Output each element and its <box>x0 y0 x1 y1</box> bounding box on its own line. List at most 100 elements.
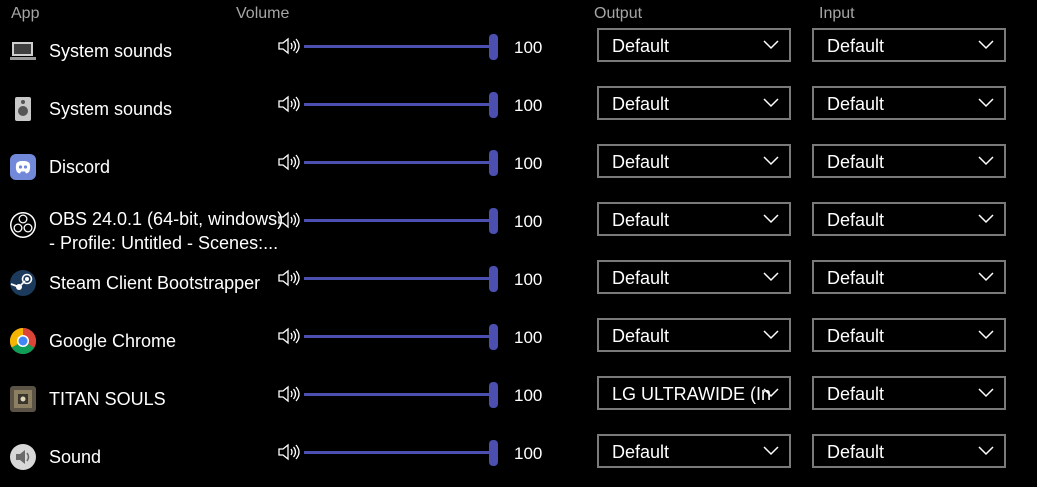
input-dropdown-value: Default <box>827 36 885 56</box>
app-row: Sound 100 Default Default <box>0 434 1037 487</box>
input-dropdown-value: Default <box>827 384 885 404</box>
app-row: OBS 24.0.1 (64-bit, windows) - Profile: … <box>0 202 1037 260</box>
volume-slider-track[interactable] <box>304 451 494 454</box>
volume-slider-track[interactable] <box>304 277 494 280</box>
output-dropdown[interactable]: Default <box>597 318 791 352</box>
monitor-icon <box>10 42 36 60</box>
app-name: TITAN SOULS <box>49 389 166 409</box>
input-dropdown-value: Default <box>827 94 885 114</box>
input-dropdown[interactable]: Default <box>812 202 1006 236</box>
output-dropdown[interactable]: LG ULTRAWIDE (Int <box>597 376 791 410</box>
output-dropdown-value: Default <box>612 94 670 114</box>
chevron-down-icon <box>978 98 994 108</box>
app-name: OBS 24.0.1 (64-bit, windows) - Profile: … <box>49 209 284 253</box>
chevron-down-icon <box>978 156 994 166</box>
input-dropdown-value: Default <box>827 268 885 288</box>
speaker-icon[interactable] <box>278 37 300 55</box>
speaker-icon[interactable] <box>278 327 300 345</box>
volume-slider-track[interactable] <box>304 219 494 222</box>
speaker-icon[interactable] <box>278 443 300 461</box>
output-dropdown-value: Default <box>612 36 670 56</box>
input-dropdown[interactable]: Default <box>812 434 1006 468</box>
volume-slider-track[interactable] <box>304 161 494 164</box>
header-volume: Volume <box>236 5 290 22</box>
input-dropdown[interactable]: Default <box>812 260 1006 294</box>
input-dropdown[interactable]: Default <box>812 318 1006 352</box>
volume-value: 100 <box>514 96 543 115</box>
output-dropdown-value: Default <box>612 210 670 230</box>
output-dropdown-value: Default <box>612 268 670 288</box>
chrome-icon <box>9 327 37 355</box>
output-dropdown[interactable]: Default <box>597 260 791 294</box>
volume-slider-track[interactable] <box>304 103 494 106</box>
volume-value: 100 <box>514 444 543 463</box>
app-name: Sound <box>49 447 102 467</box>
volume-slider-thumb[interactable] <box>489 324 498 350</box>
volume-slider-track[interactable] <box>304 335 494 338</box>
chevron-down-icon <box>978 214 994 224</box>
speaker-icon[interactable] <box>278 385 300 403</box>
app-row: TITAN SOULS 100 LG ULTRAWIDE (Int Defaul… <box>0 376 1037 434</box>
sound-icon <box>10 444 36 470</box>
output-dropdown[interactable]: Default <box>597 202 791 236</box>
chevron-down-icon <box>763 446 779 456</box>
output-dropdown-value: Default <box>612 442 670 462</box>
app-row: System sounds 100 Default Default <box>0 28 1037 86</box>
chevron-down-icon <box>763 330 779 340</box>
volume-value: 100 <box>514 328 543 347</box>
output-dropdown[interactable]: Default <box>597 144 791 178</box>
volume-slider-thumb[interactable] <box>489 150 498 176</box>
chevron-down-icon <box>763 214 779 224</box>
input-dropdown[interactable]: Default <box>812 86 1006 120</box>
output-dropdown[interactable]: Default <box>597 434 791 468</box>
speaker-icon[interactable] <box>278 269 300 287</box>
volume-value: 100 <box>514 270 543 289</box>
chevron-down-icon <box>763 40 779 50</box>
app-name: System sounds <box>49 99 173 119</box>
input-dropdown-value: Default <box>827 442 885 462</box>
volume-slider-thumb[interactable] <box>489 34 498 60</box>
app-row: System sounds 100 Default Default <box>0 86 1037 144</box>
input-dropdown[interactable]: Default <box>812 28 1006 62</box>
chevron-down-icon <box>978 446 994 456</box>
app-row: Google Chrome 100 Default Default <box>0 318 1037 376</box>
chevron-down-icon <box>763 156 779 166</box>
volume-value: 100 <box>514 212 543 231</box>
chevron-down-icon <box>763 388 779 398</box>
header-app: App <box>11 5 40 22</box>
titan-souls-icon <box>10 386 36 412</box>
app-name: Steam Client Bootstrapper <box>49 273 261 293</box>
input-dropdown[interactable]: Default <box>812 144 1006 178</box>
header-output: Output <box>594 5 643 22</box>
volume-slider-thumb[interactable] <box>489 208 498 234</box>
steam-icon <box>10 270 36 296</box>
output-dropdown[interactable]: Default <box>597 86 791 120</box>
output-dropdown[interactable]: Default <box>597 28 791 62</box>
volume-value: 100 <box>514 386 543 405</box>
app-name: Discord <box>49 157 111 177</box>
speaker-icon[interactable] <box>278 211 300 229</box>
app-name: System sounds <box>49 41 173 61</box>
volume-slider-thumb[interactable] <box>489 266 498 292</box>
output-dropdown-value: Default <box>612 326 670 346</box>
speaker-icon[interactable] <box>278 95 300 113</box>
volume-value: 100 <box>514 38 543 57</box>
volume-slider-thumb[interactable] <box>489 382 498 408</box>
speaker-icon[interactable] <box>278 153 300 171</box>
input-dropdown-value: Default <box>827 326 885 346</box>
input-dropdown-value: Default <box>827 152 885 172</box>
volume-slider-track[interactable] <box>304 45 494 48</box>
input-dropdown[interactable]: Default <box>812 376 1006 410</box>
volume-value: 100 <box>514 154 543 173</box>
volume-slider-track[interactable] <box>304 393 494 396</box>
header-input: Input <box>819 5 855 22</box>
chevron-down-icon <box>763 98 779 108</box>
volume-slider-thumb[interactable] <box>489 440 498 466</box>
discord-icon <box>10 154 36 180</box>
output-dropdown-value: Default <box>612 152 670 172</box>
chevron-down-icon <box>978 40 994 50</box>
app-row: Discord 100 Default Default <box>0 144 1037 202</box>
volume-slider-thumb[interactable] <box>489 92 498 118</box>
output-dropdown-value: LG ULTRAWIDE (Int <box>612 384 770 404</box>
chevron-down-icon <box>978 388 994 398</box>
